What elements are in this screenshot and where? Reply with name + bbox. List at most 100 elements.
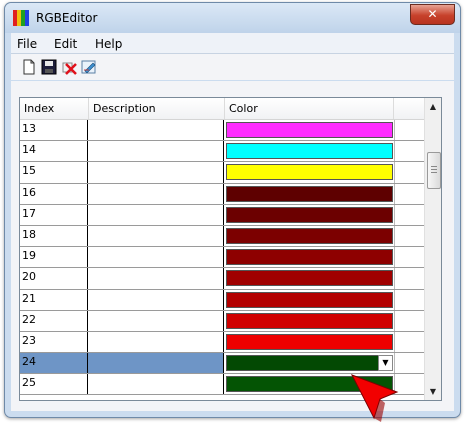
scroll-up-arrow-icon[interactable]: ▲ xyxy=(425,98,441,115)
table-row[interactable]: 22 xyxy=(20,310,425,332)
scroll-down-arrow-icon[interactable]: ▼ xyxy=(425,383,441,400)
index-cell[interactable]: 24 xyxy=(20,353,88,374)
menu-file[interactable]: File xyxy=(17,37,37,51)
table-row[interactable]: 18 xyxy=(20,225,425,248)
color-swatch[interactable] xyxy=(226,227,393,244)
description-cell[interactable] xyxy=(88,289,224,310)
description-cell[interactable] xyxy=(88,162,224,183)
index-cell[interactable]: 25 xyxy=(20,374,88,395)
extra-cell xyxy=(394,268,425,289)
description-cell[interactable] xyxy=(88,120,224,141)
index-cell[interactable]: 15 xyxy=(20,162,88,183)
mouse-pointer-icon xyxy=(350,374,399,422)
title-bar[interactable]: RGBEditor ✕ xyxy=(5,3,460,33)
color-cell[interactable] xyxy=(225,290,394,310)
extra-cell xyxy=(394,225,425,247)
color-grid: Index Description Color 13 14 15 16 17 18 19 20… xyxy=(19,97,442,401)
color-cell[interactable] xyxy=(225,226,394,246)
description-cell[interactable] xyxy=(88,268,224,289)
index-cell[interactable]: 17 xyxy=(20,204,88,225)
table-row[interactable]: 17 xyxy=(20,204,425,226)
table-row[interactable]: 13 xyxy=(20,120,425,142)
table-row[interactable]: 14 xyxy=(20,141,425,163)
window-title: RGBEditor xyxy=(36,11,98,25)
color-swatch[interactable] xyxy=(226,164,393,181)
index-cell[interactable]: 16 xyxy=(20,183,88,204)
color-cell[interactable] xyxy=(225,162,394,182)
color-cell[interactable] xyxy=(225,268,394,288)
extra-cell xyxy=(394,183,425,204)
table-row[interactable]: 15 xyxy=(20,162,425,184)
grip-icon xyxy=(431,166,437,174)
index-cell[interactable]: 23 xyxy=(20,331,88,353)
extra-cell xyxy=(394,310,425,331)
index-cell[interactable]: 20 xyxy=(20,268,88,289)
vertical-scrollbar[interactable]: ▲ ▼ xyxy=(424,98,441,400)
grid-header: Index Description Color xyxy=(20,98,425,120)
color-swatch[interactable] xyxy=(226,143,393,160)
edit-icon[interactable] xyxy=(81,59,97,75)
menu-help[interactable]: Help xyxy=(95,37,122,51)
menu-edit[interactable]: Edit xyxy=(54,37,77,51)
table-row[interactable]: 21 xyxy=(20,289,425,311)
column-header-extra xyxy=(394,98,425,119)
description-cell[interactable] xyxy=(88,225,224,247)
description-cell[interactable] xyxy=(88,141,224,162)
extra-cell xyxy=(394,162,425,183)
description-cell[interactable] xyxy=(88,183,224,204)
index-cell[interactable]: 18 xyxy=(20,225,88,247)
color-cell[interactable] xyxy=(225,332,394,352)
extra-cell xyxy=(394,120,425,141)
close-icon: ✕ xyxy=(427,7,438,21)
color-cell[interactable] xyxy=(225,184,394,204)
index-cell[interactable]: 21 xyxy=(20,289,88,310)
color-cell[interactable] xyxy=(225,311,394,331)
color-cell[interactable] xyxy=(225,141,394,161)
scroll-thumb[interactable] xyxy=(427,152,441,189)
color-cell[interactable] xyxy=(225,120,394,140)
table-row[interactable]: 19 xyxy=(20,247,425,269)
column-header-index[interactable]: Index xyxy=(20,98,89,119)
extra-cell xyxy=(394,141,425,162)
color-cell[interactable] xyxy=(225,247,394,267)
color-swatch[interactable] xyxy=(226,291,393,308)
color-swatch[interactable] xyxy=(226,355,393,372)
index-cell[interactable]: 13 xyxy=(20,120,88,141)
description-cell[interactable] xyxy=(88,331,224,353)
color-swatch[interactable] xyxy=(226,270,393,287)
new-document-icon[interactable] xyxy=(21,59,37,75)
toolbar xyxy=(11,54,454,80)
color-cell[interactable] xyxy=(225,205,394,225)
index-cell[interactable]: 19 xyxy=(20,247,88,268)
table-row[interactable]: 16 xyxy=(20,183,425,205)
index-cell[interactable]: 14 xyxy=(20,141,88,162)
rgb-app-icon xyxy=(13,10,29,26)
grid-rows: 13 14 15 16 17 18 19 20 21 22 23 24 ▼ 25 xyxy=(20,120,425,396)
description-cell[interactable] xyxy=(88,374,224,395)
description-cell[interactable] xyxy=(88,247,224,268)
index-cell[interactable]: 22 xyxy=(20,310,88,331)
color-swatch[interactable] xyxy=(226,249,393,266)
description-cell[interactable] xyxy=(88,310,224,331)
extra-cell xyxy=(394,289,425,310)
color-swatch[interactable] xyxy=(226,333,393,350)
column-header-color[interactable]: Color xyxy=(225,98,394,119)
menu-bar: File Edit Help xyxy=(11,33,454,54)
close-button[interactable]: ✕ xyxy=(410,4,455,25)
color-swatch[interactable] xyxy=(226,312,393,329)
column-header-description[interactable]: Description xyxy=(89,98,225,119)
rgbeditor-window: RGBEditor ✕ File Edit Help Index Descrip… xyxy=(4,2,461,418)
table-row[interactable]: 23 xyxy=(20,331,425,354)
description-cell[interactable] xyxy=(88,353,224,374)
color-swatch[interactable] xyxy=(226,206,393,223)
color-swatch[interactable] xyxy=(226,185,393,202)
color-dropdown-arrow-icon[interactable]: ▼ xyxy=(378,355,393,372)
delete-icon[interactable] xyxy=(61,59,77,75)
color-swatch[interactable] xyxy=(226,122,393,138)
extra-cell xyxy=(394,247,425,268)
app-icon-stripe xyxy=(25,10,29,26)
save-disk-icon[interactable] xyxy=(41,59,57,75)
client-area: Index Description Color 13 14 15 16 17 18 19 20… xyxy=(11,81,454,411)
description-cell[interactable] xyxy=(88,204,224,225)
table-row[interactable]: 20 xyxy=(20,268,425,290)
